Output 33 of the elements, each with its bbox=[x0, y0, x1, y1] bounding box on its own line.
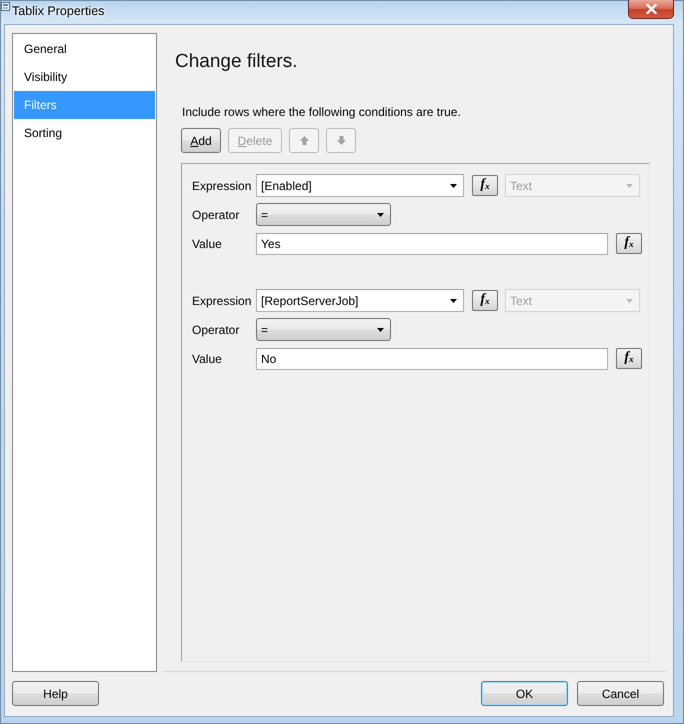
value-field[interactable]: Yes bbox=[256, 232, 608, 254]
instruction-text: Include rows where the following conditions are true. bbox=[182, 104, 462, 120]
caret-icon bbox=[450, 184, 457, 188]
app-icon bbox=[1, 2, 10, 11]
dialog-button[interactable]: Cancel bbox=[577, 681, 664, 706]
up-arrow-icon bbox=[300, 136, 308, 145]
caret-icon bbox=[377, 328, 384, 332]
sidebar-item[interactable]: Sorting bbox=[14, 119, 155, 147]
dialog-button[interactable]: Help bbox=[12, 681, 99, 706]
operator-dropdown[interactable]: = bbox=[256, 203, 391, 226]
caret-icon bbox=[626, 184, 633, 188]
dialog-button[interactable]: OK bbox=[481, 681, 568, 706]
sidebar-item[interactable]: General bbox=[14, 35, 155, 63]
expression-label: Expression bbox=[192, 292, 252, 308]
value-label: Value bbox=[192, 236, 223, 252]
value-label: Value bbox=[192, 350, 223, 366]
operator-dropdown[interactable]: = bbox=[256, 318, 391, 341]
close-button[interactable] bbox=[628, 0, 674, 19]
caret-icon bbox=[626, 298, 633, 302]
page-heading: Change filters. bbox=[175, 50, 299, 74]
value-field[interactable]: No bbox=[256, 348, 608, 370]
toolbar-button[interactable]: Add bbox=[181, 128, 221, 153]
expression-dropdown[interactable]: [Enabled] bbox=[256, 174, 464, 197]
window-title: Tablix Properties bbox=[12, 3, 104, 19]
expression-label: Expression bbox=[192, 178, 252, 194]
expression-dropdown[interactable]: [ReportServerJob] bbox=[256, 289, 464, 312]
caret-icon bbox=[450, 298, 457, 302]
close-icon bbox=[646, 4, 656, 14]
caret-icon bbox=[377, 212, 384, 216]
operator-label: Operator bbox=[192, 206, 240, 222]
operator-label: Operator bbox=[192, 322, 240, 338]
down-arrow-icon bbox=[336, 136, 346, 145]
sidebar-item[interactable]: Visibility bbox=[14, 63, 155, 91]
